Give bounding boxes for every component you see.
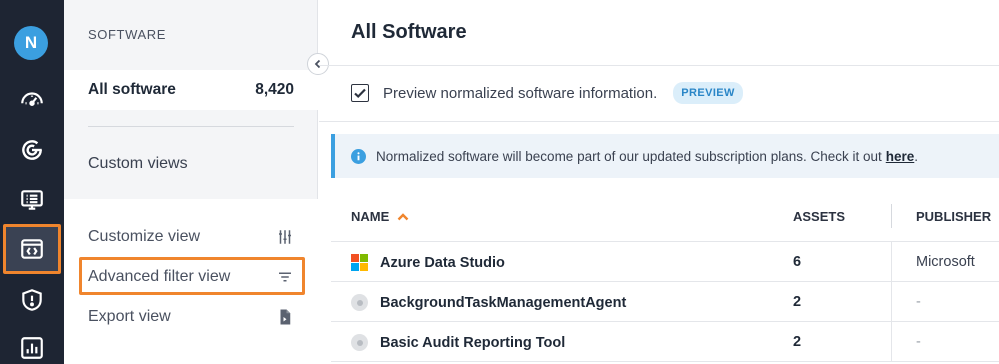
divider [319, 65, 999, 66]
export-file-icon [280, 309, 291, 325]
publisher-name: Microsoft [916, 254, 975, 270]
software-name: Azure Data Studio [380, 254, 505, 271]
software-icon[interactable] [3, 224, 61, 274]
software-name: Basic Audit Reporting Tool [380, 334, 566, 351]
customize-view-label: Customize view [88, 228, 201, 245]
column-divider [891, 242, 892, 282]
publisher-column-label: PUBLISHER [916, 209, 992, 224]
divider [88, 126, 294, 127]
notice-link[interactable]: here [886, 149, 915, 164]
name-column-header[interactable]: NAME [351, 209, 409, 224]
publisher-column-header[interactable]: PUBLISHER [916, 209, 991, 224]
info-notice: Normalized software will become part of … [331, 134, 999, 178]
table-row[interactable]: Azure Data Studio 6 Microsoft [331, 242, 999, 282]
export-view-button[interactable]: Export view [88, 305, 294, 329]
sort-ascending-icon [397, 212, 409, 220]
notice-suffix: . [914, 148, 919, 164]
preview-label: Preview normalized software information. [383, 84, 658, 102]
column-divider [891, 322, 892, 362]
customize-view-button[interactable]: Customize view [88, 225, 294, 249]
table-row[interactable]: Basic Audit Reporting Tool 2 - [331, 322, 999, 362]
check-icon [354, 88, 366, 99]
page-title: All Software [351, 21, 467, 43]
software-name: BackgroundTaskManagementAgent [380, 294, 627, 311]
info-icon [351, 148, 366, 164]
main-content: All Software Preview normalized software… [319, 0, 999, 364]
advanced-filter-highlight [79, 257, 305, 295]
publisher-name: - [916, 334, 921, 350]
table-row[interactable]: BackgroundTaskManagementAgent 2 - [331, 282, 999, 322]
assets-count: 6 [793, 254, 802, 270]
notice-text: Normalized software will become part of … [376, 148, 882, 164]
preview-toggle: Preview normalized software information.… [351, 82, 743, 104]
software-name-cell: BackgroundTaskManagementAgent [351, 294, 626, 311]
generic-app-icon [351, 294, 368, 311]
table-header: NAME ASSETS PUBLISHER [331, 190, 999, 242]
sidebar-item-count: 8,420 [255, 81, 294, 98]
security-icon[interactable] [8, 278, 56, 322]
assets-column-label: ASSETS [793, 209, 846, 224]
preview-checkbox[interactable] [351, 84, 369, 102]
reports-icon[interactable] [8, 326, 56, 364]
assets-count: 2 [793, 334, 802, 350]
microsoft-logo [351, 254, 368, 271]
preview-badge: PREVIEW [673, 82, 743, 104]
software-name-cell: Azure Data Studio [351, 254, 505, 271]
software-sidebar: SOFTWARE All software 8,420 Custom views… [64, 0, 318, 364]
software-name-cell: Basic Audit Reporting Tool [351, 334, 565, 351]
export-view-label: Export view [88, 308, 171, 325]
avatar[interactable]: N [14, 26, 48, 60]
dashboard-icon[interactable] [8, 78, 56, 122]
sliders-icon [279, 230, 291, 244]
divider [319, 121, 999, 122]
column-resize-handle[interactable] [891, 204, 892, 228]
nav-rail: N [0, 0, 64, 364]
assets-column-header[interactable]: ASSETS [793, 209, 845, 224]
sidebar-heading: SOFTWARE [88, 27, 166, 42]
name-column-label: NAME [351, 209, 390, 224]
custom-views-label[interactable]: Custom views [88, 155, 188, 173]
sidebar-item-label: All software [88, 81, 176, 98]
sidebar-item-all-software[interactable]: All software 8,420 [64, 70, 318, 110]
assets-icon[interactable] [8, 178, 56, 222]
assets-count: 2 [793, 294, 802, 310]
column-divider [891, 282, 892, 322]
generic-app-icon [351, 334, 368, 351]
scan-icon[interactable] [8, 128, 56, 172]
publisher-name: - [916, 294, 921, 310]
